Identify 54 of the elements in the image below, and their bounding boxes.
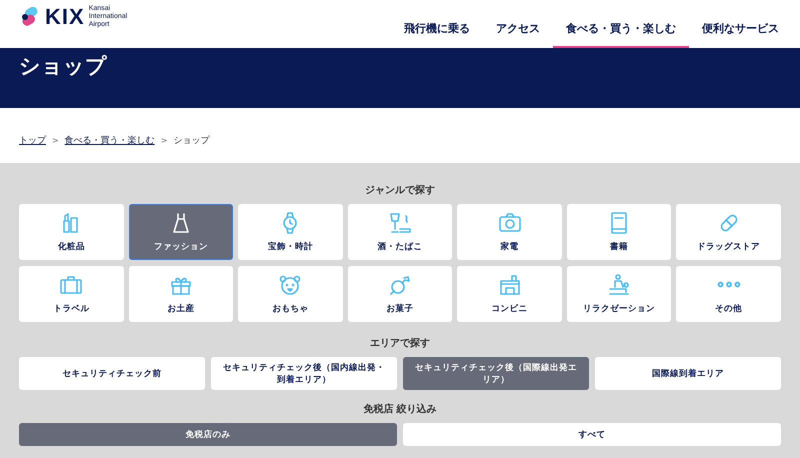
genre-label: リラクゼーション bbox=[583, 303, 656, 315]
genre-label: お土産 bbox=[167, 303, 194, 315]
genre-label: 化粧品 bbox=[58, 241, 85, 253]
genre-tile[interactable]: 家電 bbox=[457, 204, 562, 260]
breadcrumb-separator: > bbox=[160, 136, 168, 144]
genre-label: おもちゃ bbox=[272, 303, 308, 315]
genre-label: その他 bbox=[715, 303, 742, 315]
genre-tile[interactable]: 酒・たばこ bbox=[348, 204, 452, 260]
breadcrumb-separator: > bbox=[52, 136, 59, 144]
breadcrumb-link[interactable]: 食べる・買う・楽しむ bbox=[64, 134, 155, 146]
genre-label: 宝飾・時計 bbox=[268, 241, 313, 253]
genre-tile[interactable]: コンビニ bbox=[457, 266, 562, 322]
nav-link[interactable]: 便利なサービス bbox=[689, 21, 792, 48]
genre-tile[interactable]: ファッション bbox=[128, 204, 234, 260]
genre-label: トラベル bbox=[53, 303, 90, 315]
filter-button[interactable]: 免税店のみ bbox=[19, 423, 397, 446]
genre-label: 家電 bbox=[500, 241, 519, 253]
genre-tile[interactable]: 宝飾・時計 bbox=[238, 204, 343, 260]
genre-tile[interactable]: リラクゼーション bbox=[566, 266, 672, 322]
genre-tile[interactable]: ドラッグストア bbox=[676, 204, 781, 260]
genre-tile[interactable]: その他 bbox=[676, 266, 781, 322]
camera-icon bbox=[498, 211, 522, 235]
genre-tile[interactable]: 化粧品 bbox=[19, 204, 124, 260]
genre-tile[interactable]: おもちゃ bbox=[238, 266, 343, 322]
breadcrumb-current: ショップ bbox=[173, 134, 210, 146]
section-heading: 免税店 絞り込み bbox=[362, 402, 438, 416]
section-heading: ジャンルで探す bbox=[364, 184, 436, 197]
suitcase-icon bbox=[59, 273, 84, 297]
massage-icon bbox=[607, 273, 632, 297]
area-button[interactable]: セキュリティチェック後（国内線出発・到着エリア） bbox=[211, 357, 397, 390]
genre-tile[interactable]: お土産 bbox=[128, 266, 234, 322]
filter-button[interactable]: すべて bbox=[403, 423, 781, 446]
genre-tile[interactable]: トラベル bbox=[19, 266, 124, 322]
dots-icon bbox=[716, 280, 741, 289]
genre-label: 酒・たばこ bbox=[377, 241, 422, 253]
genre-label: ドラッグストア bbox=[697, 241, 760, 253]
genre-label: ファッション bbox=[154, 241, 208, 253]
area-button[interactable]: セキュリティチェック後（国際線出発エリア） bbox=[403, 357, 589, 390]
nav-link[interactable]: アクセス bbox=[483, 21, 553, 48]
genre-tile[interactable]: お菓子 bbox=[348, 266, 452, 322]
area-button[interactable]: 国際線到着エリア bbox=[595, 357, 781, 390]
genre-tile[interactable]: 書籍 bbox=[566, 204, 672, 260]
area-button[interactable]: セキュリティチェック前 bbox=[19, 357, 205, 390]
page-title: ショップ bbox=[19, 53, 108, 80]
genre-label: 書籍 bbox=[610, 241, 628, 253]
logo-text: KIX bbox=[45, 4, 85, 30]
nav-link[interactable]: 飛行機に乗る bbox=[391, 21, 483, 48]
genre-label: コンビニ bbox=[492, 303, 528, 315]
breadcrumb-link[interactable]: トップ bbox=[19, 134, 46, 146]
section-heading: エリアで探す bbox=[369, 336, 431, 350]
bear-icon bbox=[278, 273, 302, 297]
genre-label: お菓子 bbox=[386, 303, 414, 315]
glass-cigarette-icon bbox=[388, 211, 412, 235]
store-icon bbox=[498, 273, 522, 297]
